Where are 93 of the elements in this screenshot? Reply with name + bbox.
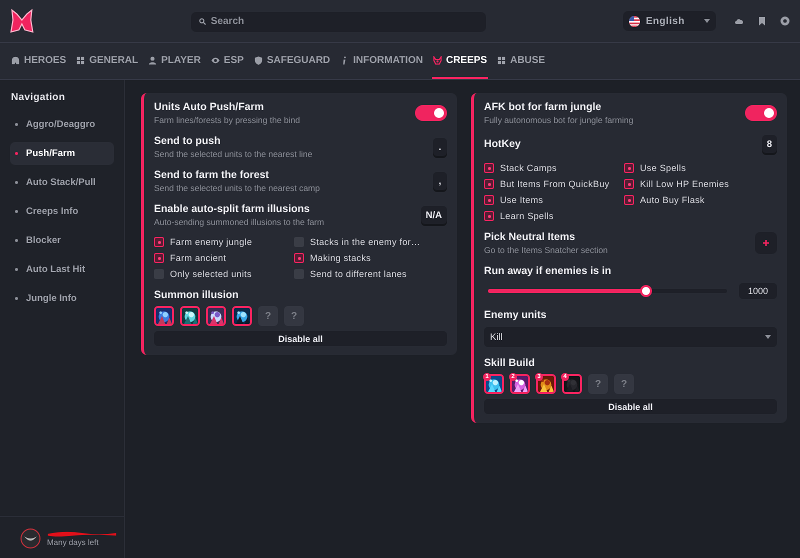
setting-title: Pick Neutral Items <box>484 231 576 243</box>
checkbox-label: Farm enemy jungle <box>170 237 252 247</box>
slider-thumb[interactable] <box>640 285 652 297</box>
flag-icon <box>628 16 640 26</box>
ability-slot[interactable] <box>232 306 252 326</box>
person-icon <box>148 56 158 64</box>
checkbox-label: Only selected units <box>170 269 252 279</box>
setting-title: AFK bot for farm jungle <box>484 101 602 113</box>
cloud-icon[interactable] <box>734 16 744 26</box>
setting-description: Go to the Items Snatcher section <box>484 245 608 255</box>
key-bind-button[interactable]: , <box>433 172 447 190</box>
plus-button[interactable] <box>755 232 777 254</box>
setting-description: Farm lines/forests by pressing the bind <box>154 115 300 125</box>
checkbox[interactable] <box>624 179 634 189</box>
avatar-icon <box>20 528 41 548</box>
bookmark-icon[interactable] <box>757 16 767 26</box>
toggle-switch[interactable] <box>745 105 777 121</box>
logo-icon <box>10 8 34 34</box>
slider-value: 1000 <box>739 283 777 299</box>
nav-tab[interactable]: GENERAL <box>75 43 140 79</box>
sidebar-item[interactable]: Auto Stack/Pull <box>10 171 114 194</box>
nav-tab[interactable]: ESP <box>210 43 245 79</box>
eye-icon <box>210 56 220 64</box>
plus-icon <box>762 239 770 247</box>
grid-icon <box>76 56 86 64</box>
checkbox-label: Stacks in the enemy for… <box>310 237 420 247</box>
checkbox-label: Making stacks <box>310 253 371 263</box>
settings-icon[interactable] <box>780 16 790 26</box>
checkbox-label: Kill Low HP Enemies <box>640 179 730 189</box>
checkbox[interactable] <box>484 195 494 205</box>
checkbox-label: Auto Buy Flask <box>640 195 705 205</box>
sidebar-item[interactable]: Auto Last Hit <box>10 258 114 281</box>
checkbox-label: But Items From QuickBuy <box>500 179 610 189</box>
nav-tab[interactable]: CREEPS <box>432 43 488 79</box>
toggle-switch[interactable] <box>415 105 447 121</box>
subscription-status: Many days left <box>47 538 100 547</box>
checkbox[interactable] <box>294 253 304 263</box>
search-icon <box>198 18 206 25</box>
setting-description: Send the selected units to the nearest camp <box>154 183 320 193</box>
key-bind-button[interactable]: N/A <box>420 206 447 224</box>
caret-icon <box>765 335 771 339</box>
checkbox-label: Use Spells <box>640 163 686 173</box>
setting-title: Enemy units <box>484 309 548 321</box>
nav-tab[interactable]: PLAYER <box>147 43 202 79</box>
demon-icon <box>432 56 442 64</box>
sidebar-title: Navigation <box>11 92 66 103</box>
key-bind-button[interactable]: 8 <box>762 135 777 153</box>
key-bind-button[interactable]: . <box>433 138 447 156</box>
setting-description: Auto-sending summoned illusions to the farm <box>154 217 324 227</box>
caret-icon <box>704 19 710 23</box>
language-dropdown[interactable]: English <box>622 11 716 31</box>
setting-title: Run away if enemies is in <box>484 265 612 277</box>
checkbox-label: Learn Spells <box>500 211 554 221</box>
setting-title: Send to farm the forest <box>154 169 270 181</box>
helmet-icon <box>11 56 20 64</box>
redaction-mark <box>47 529 117 537</box>
nav-tab[interactable]: INFORMATION <box>339 43 424 79</box>
nav-tab[interactable]: HEROES <box>10 43 68 79</box>
grid-icon <box>497 56 506 64</box>
nav-tab[interactable]: SAFEGUARD <box>252 43 332 79</box>
setting-title: Skill Build <box>484 357 536 369</box>
setting-title: Send to push <box>154 135 222 147</box>
checkbox-label: Use Items <box>500 195 544 205</box>
checkbox-label: Send to different lanes <box>310 269 407 279</box>
sidebar-item[interactable]: Creeps Info <box>10 200 114 223</box>
ability-slot[interactable] <box>180 306 200 326</box>
setting-description: Send the selected units to the nearest line <box>154 149 312 159</box>
ability-slot[interactable] <box>206 306 226 326</box>
disable-all-button[interactable]: Disable all <box>484 399 777 414</box>
checkbox[interactable] <box>154 253 164 263</box>
sidebar-item[interactable]: Push/Farm <box>10 142 114 165</box>
setting-title: HotKey <box>484 138 521 150</box>
setting-title: Enable auto-split farm illusions <box>154 203 311 215</box>
checkbox[interactable] <box>484 163 494 173</box>
checkbox[interactable] <box>154 237 164 247</box>
search-field[interactable]: Search <box>190 12 486 32</box>
setting-description: Fully autonomous bot for jungle farming <box>484 115 634 125</box>
checkbox-label: Stack Camps <box>500 163 557 173</box>
dropdown[interactable]: Kill <box>484 327 777 347</box>
checkbox[interactable] <box>624 195 634 205</box>
sidebar-item[interactable]: Jungle Info <box>10 287 114 310</box>
ability-slot[interactable] <box>154 306 174 326</box>
checkbox[interactable] <box>624 163 634 173</box>
checkbox-label: Farm ancient <box>170 253 226 263</box>
setting-title: Units Auto Push/Farm <box>154 101 265 113</box>
shield-icon <box>254 56 263 64</box>
sidebar-item[interactable]: Blocker <box>10 229 114 252</box>
checkbox[interactable] <box>484 179 494 189</box>
sidebar-item[interactable]: Aggro/Deaggro <box>10 113 114 136</box>
checkbox[interactable] <box>484 211 494 221</box>
setting-title: Summon illusion <box>154 289 240 301</box>
nav-tab[interactable]: ABUSE <box>496 43 546 79</box>
disable-all-button[interactable]: Disable all <box>154 331 447 346</box>
